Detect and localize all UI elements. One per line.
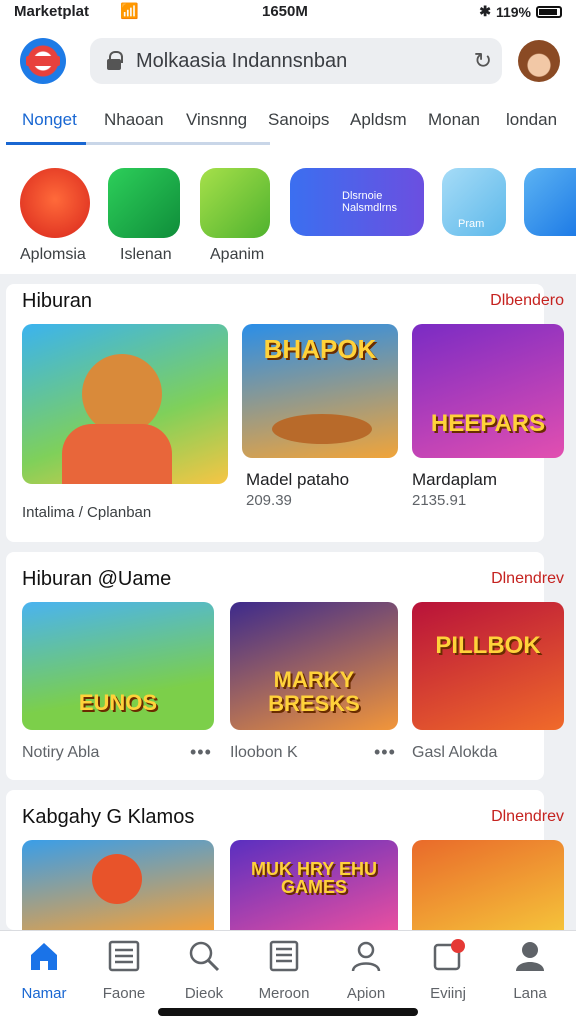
game-art-title: MUK HRY EHU GAMES: [250, 859, 377, 897]
app-label: Aplomsia: [20, 246, 86, 263]
app-banner-nalsmdlrns[interactable]: Dlsrnoie Nalsmdlrns: [290, 168, 424, 236]
bear-character: [82, 354, 162, 434]
section-more-link[interactable]: Dlbendero: [490, 292, 564, 310]
section-more-link[interactable]: Dlnendrev: [491, 570, 564, 588]
nav-faone[interactable]: Faone: [84, 939, 164, 1002]
game-title: Iloobon K: [230, 744, 298, 761]
character-art: [92, 854, 142, 904]
game-thumbnail[interactable]: MARKY BRESKS: [230, 602, 398, 730]
section-title: Kabgahy G Klamos: [22, 806, 195, 828]
battery-percent: 119%: [495, 3, 531, 20]
category-tabs: Nonget Nhaoan Vinsnng Sanoips Apldsm Mon…: [0, 106, 576, 146]
carrier-label: Marketplat: [14, 3, 90, 20]
lock-icon: [106, 51, 123, 71]
game-thumbnail[interactable]: [22, 324, 228, 484]
nav-label: Namar: [21, 985, 67, 1002]
game-art-title: BHAPOK: [263, 334, 377, 364]
game-thumbnail[interactable]: [412, 840, 564, 930]
app-icon-apanim[interactable]: [200, 168, 270, 238]
tab-indicator: [6, 142, 86, 145]
app-icon-aplomsia[interactable]: [20, 168, 90, 238]
header: Molkaasia Indannsnban ↻ Nonget Nhaoan Vi…: [0, 26, 576, 146]
game-title: Madel pataho: [246, 470, 350, 489]
section-hiburan-game: Hiburan @Uame Dlnendrev EUNOS Notiry Abl…: [6, 552, 564, 780]
app-icon-label: Pram: [458, 218, 485, 230]
game-title: Mardaplam: [412, 470, 498, 489]
tab-nhaoan[interactable]: Nhaoan: [104, 110, 164, 130]
nav-lana[interactable]: Lana: [490, 939, 570, 1002]
more-options-icon[interactable]: •••: [190, 742, 212, 763]
table-art: [272, 414, 372, 444]
avatar[interactable]: [518, 40, 560, 82]
section-kabgahy-games: Kabgahy G Klamos Dlnendrev MUK HRY EHU G…: [6, 790, 564, 930]
more-options-icon[interactable]: •••: [374, 742, 396, 763]
nav-apion[interactable]: Apion: [326, 939, 406, 1002]
game-thumbnail[interactable]: PILLBOK: [412, 602, 564, 730]
app-banner-label: Dlsrnoie Nalsmdlrns: [342, 190, 398, 214]
tab-indicator-track: [6, 142, 270, 145]
account-icon: [513, 939, 547, 973]
app-icon-pram[interactable]: Pram: [442, 168, 506, 236]
nav-label: Faone: [102, 985, 146, 1002]
list-icon: [107, 939, 141, 973]
battery-icon: [536, 5, 562, 18]
app-icon-islenan[interactable]: [108, 168, 180, 238]
game-price: 2135.91: [412, 492, 467, 509]
character-body: [62, 424, 172, 484]
search-icon: [187, 939, 221, 973]
search-input[interactable]: Molkaasia Indannsnban: [136, 50, 347, 73]
tab-nonget[interactable]: Nonget: [22, 110, 77, 130]
section-more-link[interactable]: Dlnendrev: [491, 808, 564, 826]
nav-meroon[interactable]: Meroon: [244, 939, 324, 1002]
bluetooth-icon: ✱: [479, 3, 491, 19]
tab-vinsnng[interactable]: Vinsnng: [186, 110, 247, 130]
game-art-title: HEEPARS: [430, 410, 546, 437]
app-label: Islenan: [120, 246, 172, 263]
game-title: Notiry Abla: [22, 744, 100, 761]
news-icon: [267, 939, 301, 973]
section-title: Hiburan @Uame: [22, 568, 172, 590]
featured-apps-row: Aplomsia Islenan Apanim Dlsrnoie Nalsmdl…: [0, 146, 576, 274]
tab-apldsm[interactable]: Apldsm: [350, 110, 407, 130]
home-icon: [27, 939, 61, 973]
game-price: 209.39: [246, 492, 292, 509]
person-icon: [349, 939, 383, 973]
nav-label: Apion: [346, 985, 386, 1002]
game-thumbnail[interactable]: BHAPOK: [242, 324, 398, 458]
tab-sanoips[interactable]: Sanoips: [268, 110, 329, 130]
clock: 1650M: [262, 3, 308, 20]
nav-home[interactable]: Namar: [4, 939, 84, 1002]
game-art-title: EUNOS: [78, 690, 158, 715]
game-art-title: PILLBOK: [435, 632, 541, 659]
game-thumbnail[interactable]: EUNOS: [22, 602, 214, 730]
nav-label: Lana: [513, 985, 547, 1002]
game-thumbnail[interactable]: [22, 840, 214, 930]
wifi-icon: 📶: [120, 3, 139, 20]
marketplace-logo[interactable]: [20, 38, 66, 84]
game-caption: Intalima / Cplanban: [22, 504, 152, 521]
tab-londan[interactable]: londan: [506, 110, 557, 130]
nav-label: Meroon: [258, 985, 310, 1002]
reload-icon[interactable]: ↻: [474, 48, 492, 74]
status-bar: Marketplat 📶 1650M ✱ 119%: [0, 0, 576, 26]
game-title: Gasl Alokda: [412, 744, 498, 761]
game-thumbnail[interactable]: HEEPARS: [412, 324, 564, 458]
nav-label: Eviinj: [430, 985, 466, 1002]
app-label: Apanim: [210, 246, 265, 263]
nav-eviinj[interactable]: Eviinj: [408, 939, 488, 1002]
section-hiburan: Hiburan Dlbendero Intalima / Cplanban BH…: [6, 284, 564, 542]
tab-monan[interactable]: Monan: [428, 110, 480, 130]
notification-icon: [431, 939, 465, 973]
game-art-title: MARKY BRESKS: [268, 667, 360, 716]
game-thumbnail[interactable]: MUK HRY EHU GAMES: [230, 840, 398, 930]
home-indicator[interactable]: [158, 1008, 418, 1016]
section-title: Hiburan: [22, 290, 93, 312]
app-icon-partial[interactable]: [524, 168, 576, 236]
nav-label: Dieok: [184, 985, 224, 1002]
nav-dieok[interactable]: Dieok: [164, 939, 244, 1002]
search-bar[interactable]: Molkaasia Indannsnban ↻: [90, 38, 502, 84]
